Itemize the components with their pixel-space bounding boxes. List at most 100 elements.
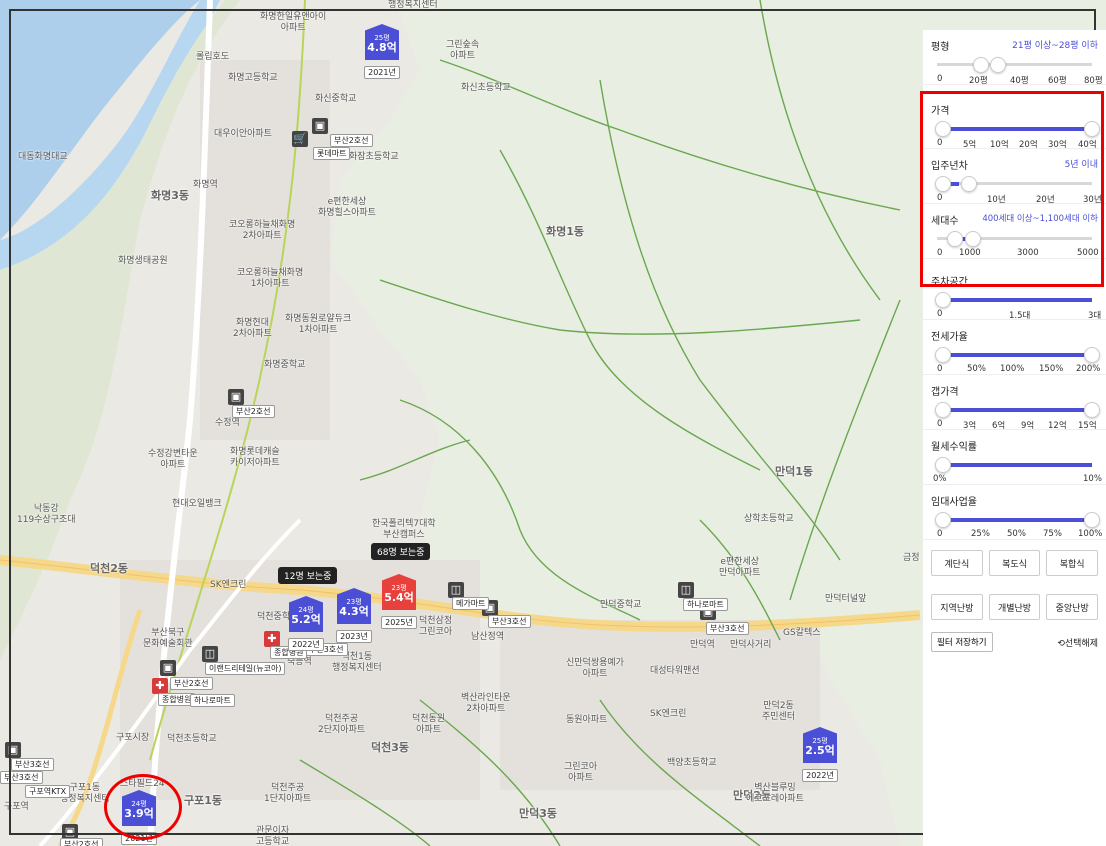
slider-fill xyxy=(945,298,1092,302)
slider-fill xyxy=(945,408,1084,412)
subway-station-icon[interactable]: ▣ xyxy=(5,742,21,758)
place-label: 만덕2동 주민센터 xyxy=(762,701,796,722)
highlight-circle xyxy=(104,774,182,840)
place-label: 화신초등학교 xyxy=(461,83,511,93)
jeonse-slider[interactable] xyxy=(931,347,1100,363)
slider-handle-max[interactable] xyxy=(1084,347,1100,363)
apartment-price: 2.5억 xyxy=(805,744,835,757)
filter-gap: 갭가격 0 3억 6억 9억 12억 15억 xyxy=(923,375,1106,431)
apartment-year: 2021년 xyxy=(364,66,400,79)
structure-mixed-button[interactable]: 복합식 xyxy=(1046,550,1099,576)
refresh-icon: ⟲ xyxy=(1057,638,1065,649)
gap-slider[interactable] xyxy=(931,402,1100,418)
tick-label: 0 xyxy=(937,529,943,539)
place-label: 화신중학교 xyxy=(315,94,357,104)
rent-yield-slider[interactable] xyxy=(931,457,1098,473)
tick-label: 25% xyxy=(971,529,990,539)
slider-handle-min[interactable] xyxy=(935,512,951,528)
place-label: 금정 xyxy=(903,553,920,563)
place-label: 구포역 xyxy=(4,802,29,812)
apartment-year: 2023년 xyxy=(336,630,372,643)
slider-handle-min[interactable] xyxy=(935,347,951,363)
tick-label: 10% xyxy=(1083,474,1102,484)
filter-pyeong: 평형 21평 이상~28평 이하 0 20평 40평 60평 80평 xyxy=(923,30,1106,86)
filter-rent-yield: 월세수익률 0% 10% xyxy=(923,430,1106,485)
save-filter-button[interactable]: 필터 저장하기 xyxy=(931,632,993,652)
place-label: SK엔크린 xyxy=(210,580,247,590)
district-label: 화명1동 xyxy=(546,225,585,238)
place-label: 현대오일뱅크 xyxy=(172,499,222,509)
tick-label: 0 xyxy=(937,364,943,374)
hospital-icon[interactable]: ✚ xyxy=(152,678,168,694)
apartment-price-marker[interactable]: 25평 2.5억 2022년 xyxy=(797,727,843,782)
station-tag: 부산2호선 xyxy=(170,677,213,690)
heating-district-button[interactable]: 지역난방 xyxy=(931,594,983,620)
apartment-price: 5.2억 xyxy=(291,613,321,626)
slider-handle-min[interactable] xyxy=(935,457,951,473)
filter-title: 전세가율 xyxy=(931,332,968,343)
place-label: 대성타워맨션 xyxy=(650,666,700,676)
place-label: 화명롯데캐슬 카이저아파트 xyxy=(230,447,280,468)
place-label: 대우이안아파트 xyxy=(214,129,272,139)
apartment-price-marker-hot[interactable]: 23평 5.4억 2025년 xyxy=(376,574,422,629)
pyeong-slider[interactable] xyxy=(931,57,1098,73)
slider-ticks: 0 20평 40평 60평 80평 xyxy=(931,74,1103,86)
apartment-price: 5.4억 xyxy=(384,591,414,604)
tick-label: 50% xyxy=(1007,529,1026,539)
place-label: 관문이자 고등학교 xyxy=(256,826,290,846)
slider-handle-max[interactable] xyxy=(990,57,1006,73)
place-label: 화명한일유앤아이 아파트 xyxy=(260,12,327,33)
place-label: 그린숲속 아파트 xyxy=(446,40,480,61)
place-label: 화명현대 2차아파트 xyxy=(233,318,272,339)
district-label: 덕천2동 xyxy=(90,562,129,575)
facility-tag: 이랜드리테일(뉴코아) xyxy=(205,662,286,675)
place-label: 한국폴리텍7대학 부산캠퍼스 xyxy=(372,519,436,540)
tick-label: 75% xyxy=(1043,529,1062,539)
subway-station-icon[interactable]: ▣ xyxy=(312,118,328,134)
station-tag: 부산3호선 xyxy=(11,758,54,771)
reset-filter-button[interactable]: ⟲선택해제 xyxy=(1057,636,1098,649)
shopping-bag-icon[interactable]: ◫ xyxy=(678,582,694,598)
slider-handle-min[interactable] xyxy=(935,402,951,418)
place-label: 코오롱하늘채화명 2차아파트 xyxy=(229,220,296,241)
heating-buttons: 지역난방 개별난방 중앙난방 xyxy=(923,594,1106,620)
structure-stair-button[interactable]: 계단식 xyxy=(931,550,983,576)
rental-biz-slider[interactable] xyxy=(931,512,1100,528)
shopping-bag-icon[interactable]: ◫ xyxy=(202,646,218,662)
place-label: 벽산라인타운 2차아파트 xyxy=(461,693,511,714)
slider-handle-min[interactable] xyxy=(935,292,951,308)
place-label: 덕천초등학교 xyxy=(167,734,217,744)
filter-title: 월세수익률 xyxy=(931,442,977,453)
shopping-cart-icon[interactable]: 🛒 xyxy=(292,131,308,147)
slider-handle-max[interactable] xyxy=(1084,402,1100,418)
tick-label: 0 xyxy=(937,309,943,319)
slider-handle-min[interactable] xyxy=(973,57,989,73)
slider-handle-max[interactable] xyxy=(1084,512,1100,528)
structure-corridor-button[interactable]: 복도식 xyxy=(988,550,1041,576)
tick-label: 150% xyxy=(1039,364,1064,374)
tick-label: 20평 xyxy=(969,76,988,86)
filter-rental-biz: 임대사업율 0 25% 50% 75% 100% xyxy=(923,485,1106,540)
subway-station-icon[interactable]: ▣ xyxy=(228,389,244,405)
heating-central-button[interactable]: 중앙난방 xyxy=(1046,594,1099,620)
filter-footer: 필터 저장하기 ⟲선택해제 xyxy=(923,632,1106,652)
subway-station-icon[interactable]: ▣ xyxy=(160,660,176,676)
place-label: 롤립호도 xyxy=(196,52,230,62)
apartment-price-marker[interactable]: 23평 4.3억 2023년 xyxy=(331,588,377,643)
apartment-price-marker[interactable]: 24평 5.2억 2022년 xyxy=(283,596,329,651)
highlight-rectangle xyxy=(920,91,1104,287)
tick-label: 80평 xyxy=(1084,76,1103,86)
place-label: 구포시장 xyxy=(116,733,150,743)
place-label: 그린코아 아파트 xyxy=(564,762,598,783)
place-label: 동원아파트 xyxy=(566,715,608,725)
apartment-price-marker[interactable]: 25평 4.8억 2021년 xyxy=(359,24,405,79)
parking-slider[interactable] xyxy=(931,292,1098,308)
heating-individual-button[interactable]: 개별난방 xyxy=(988,594,1041,620)
station-tag: 부산3호선 xyxy=(706,622,749,635)
viewers-badge: 12명 보는중 xyxy=(278,567,338,584)
hospital-icon[interactable]: ✚ xyxy=(264,631,280,647)
place-label: 백양초등학교 xyxy=(667,758,717,768)
shopping-bag-icon[interactable]: ◫ xyxy=(448,582,464,598)
place-label: 화명중학교 xyxy=(264,360,306,370)
apartment-year: 2022년 xyxy=(288,638,324,651)
